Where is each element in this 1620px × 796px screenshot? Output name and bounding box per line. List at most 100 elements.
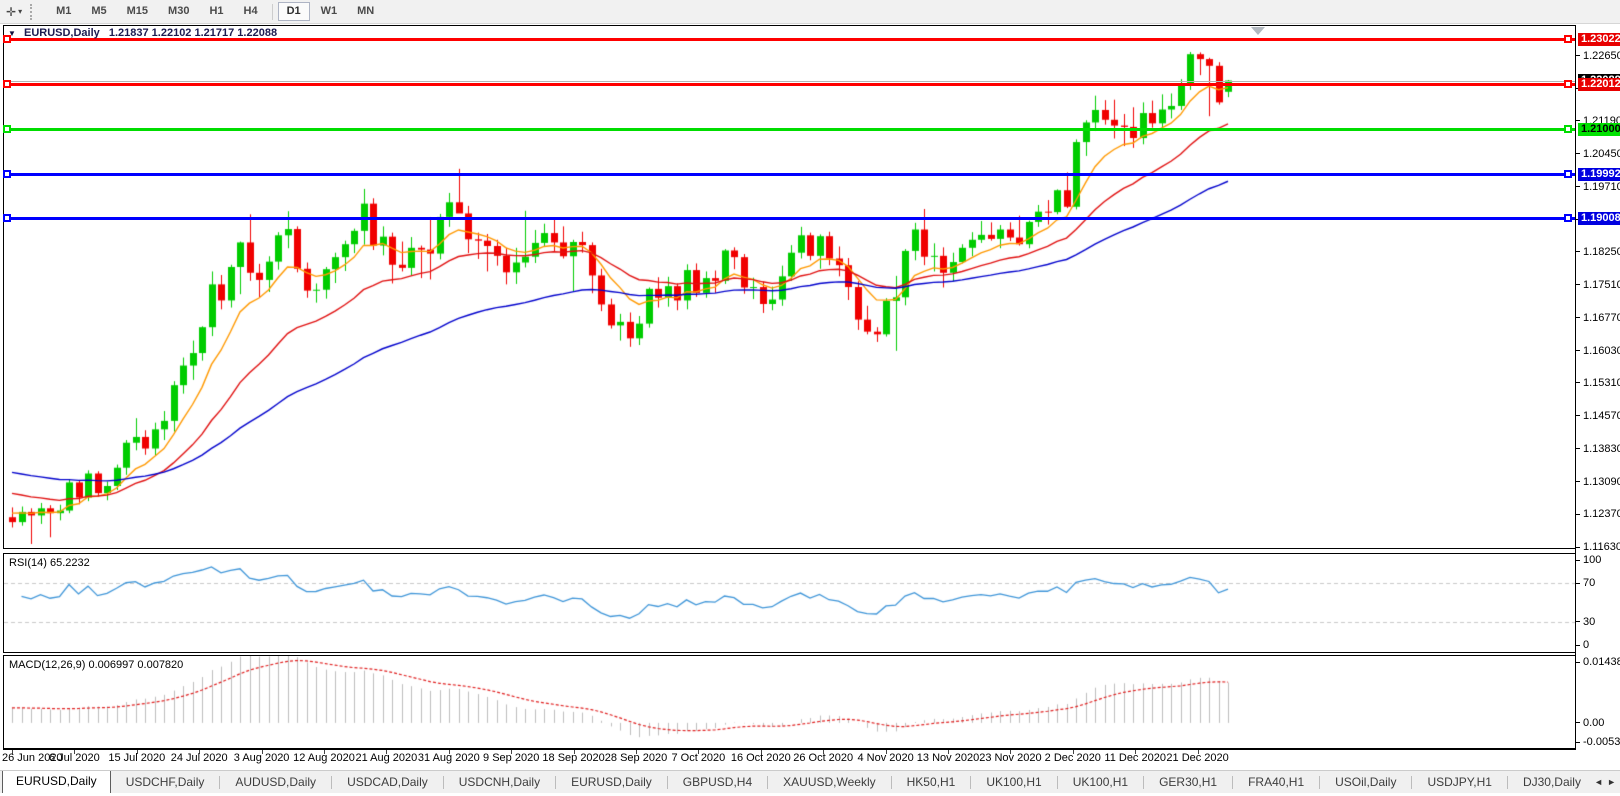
price-tick-mark <box>1576 547 1580 548</box>
line-handle-right[interactable] <box>1564 80 1572 88</box>
macd-tick-mark <box>1576 722 1580 723</box>
timeframe-toolbar: ✛ ▾ M1M5M15M30H1H4 D1W1MN <box>0 0 1620 24</box>
date-label: 9 Sep 2020 <box>483 752 539 764</box>
tab-usdcad-daily[interactable]: USDCAD,Daily <box>332 772 443 793</box>
price-tick-mark <box>1576 481 1580 482</box>
line-handle-left[interactable] <box>3 80 11 88</box>
date-label: 6 Jul 2020 <box>49 752 100 764</box>
price-tick-mark <box>1576 120 1580 121</box>
chart-tab-bar: EURUSD,DailyUSDCHF,DailyAUDUSD,DailyUSDC… <box>0 770 1620 793</box>
timeframe-button-W1[interactable]: W1 <box>312 2 347 21</box>
rsi-level-label: 0 <box>1583 639 1589 651</box>
tab-scroll-left-icon[interactable]: ◄ <box>1594 777 1603 787</box>
tab-usdjpy-h1[interactable]: USDJPY,H1 <box>1412 772 1506 793</box>
timeframe-button-M30[interactable]: M30 <box>159 2 198 21</box>
price-tick-label: 1.22650 <box>1583 50 1620 62</box>
timeframe-buttons: M1M5M15M30H1H4 D1W1MN <box>46 2 384 21</box>
tab-gbpusd-h4[interactable]: GBPUSD,H4 <box>668 772 767 793</box>
line-handle-left[interactable] <box>3 125 11 133</box>
chart-title: ▼ EURUSD,Daily 1.21837 1.22102 1.21717 1… <box>8 27 277 39</box>
timeframe-button-M1[interactable]: M1 <box>47 2 80 21</box>
tab-uk100-h1[interactable]: UK100,H1 <box>1058 772 1143 793</box>
tab-fra40-h1[interactable]: FRA40,H1 <box>1233 772 1319 793</box>
price-chart-canvas[interactable] <box>4 26 1575 548</box>
price-tick-mark <box>1576 186 1580 187</box>
price-tick-label: 1.18250 <box>1583 246 1620 258</box>
hline-1.19992[interactable] <box>4 173 1575 176</box>
macd-canvas[interactable] <box>4 656 1575 748</box>
timeframe-button-MN[interactable]: MN <box>348 2 383 21</box>
rsi-level-label: 100 <box>1583 554 1601 566</box>
price-tick-mark <box>1576 382 1580 383</box>
chart-symbol-label: EURUSD,Daily <box>24 27 100 39</box>
rsi-tick-mark <box>1576 645 1580 646</box>
price-tick-label: 1.15310 <box>1583 377 1620 389</box>
dropdown-caret-icon[interactable]: ▾ <box>18 7 22 16</box>
price-tick-label: 1.13830 <box>1583 443 1620 455</box>
chart-context-caret-icon[interactable]: ▼ <box>8 29 16 38</box>
price-tick-label: 1.17510 <box>1583 279 1620 291</box>
tab-xauusd-weekly[interactable]: XAUUSD,Weekly <box>768 772 890 793</box>
price-badge-1.19008: 1.19008 <box>1578 212 1620 225</box>
macd-tick-mark <box>1576 662 1580 663</box>
tab-eurusd-daily[interactable]: EURUSD,Daily <box>556 772 667 793</box>
line-handle-right[interactable] <box>1564 125 1572 133</box>
timeframe-button-H1[interactable]: H1 <box>200 2 232 21</box>
price-badge-1.22012: 1.22012 <box>1578 78 1620 91</box>
timeframe-button-D1[interactable]: D1 <box>278 2 310 21</box>
price-tick-mark <box>1576 251 1580 252</box>
tab-usoil-daily[interactable]: USOil,Daily <box>1320 772 1411 793</box>
date-label: 16 Oct 2020 <box>731 752 791 764</box>
timeframe-button-M15[interactable]: M15 <box>118 2 157 21</box>
price-tick-label: 1.20450 <box>1583 148 1620 160</box>
rsi-level-label: 70 <box>1583 577 1595 589</box>
date-label: 2 Dec 2020 <box>1045 752 1101 764</box>
trading-terminal-window: ✛ ▾ M1M5M15M30H1H4 D1W1MN ▼ EURUSD,Daily … <box>0 0 1620 796</box>
hline-1.21000[interactable] <box>4 128 1575 131</box>
price-tick-label: 1.11630 <box>1583 541 1620 553</box>
chart-ohlc-values: 1.21837 1.22102 1.21717 1.22088 <box>109 27 277 39</box>
price-tick-label: 1.14570 <box>1583 410 1620 422</box>
date-label: 24 Jul 2020 <box>171 752 228 764</box>
cursor-tool-icon[interactable]: ✛ <box>6 2 16 22</box>
hline-1.19008[interactable] <box>4 217 1575 220</box>
timeframe-button-M5[interactable]: M5 <box>82 2 115 21</box>
date-label: 3 Aug 2020 <box>234 752 290 764</box>
macd-axis-label: 0.014384 <box>1583 656 1620 668</box>
date-label: 4 Nov 2020 <box>857 752 913 764</box>
price-badge-1.23022: 1.23022 <box>1578 33 1620 46</box>
toolbar-grip[interactable] <box>30 4 36 20</box>
date-label: 23 Nov 2020 <box>979 752 1041 764</box>
tab-eurusd-daily[interactable]: EURUSD,Daily <box>2 770 111 793</box>
chart-shift-marker-icon[interactable] <box>1251 27 1265 35</box>
macd-label: MACD(12,26,9) 0.006997 0.007820 <box>9 659 183 671</box>
tab-scroll-buttons: ◄ ► <box>1590 771 1620 792</box>
tab-hk50-h1[interactable]: HK50,H1 <box>892 772 971 793</box>
line-handle-left[interactable] <box>3 170 11 178</box>
date-label: 26 Oct 2020 <box>793 752 853 764</box>
line-handle-right[interactable] <box>1564 214 1572 222</box>
rsi-tick-mark <box>1576 560 1580 561</box>
tab-uk100-h1[interactable]: UK100,H1 <box>971 772 1056 793</box>
rsi-canvas[interactable] <box>4 554 1575 651</box>
line-handle-right[interactable] <box>1564 170 1572 178</box>
price-tick-label: 1.19710 <box>1583 181 1620 193</box>
toolbar-separator <box>272 4 273 20</box>
line-handle-right[interactable] <box>1564 35 1572 43</box>
timeframe-button-H4[interactable]: H4 <box>235 2 267 21</box>
price-tick-mark <box>1576 153 1580 154</box>
macd-axis-label: -0.005398 <box>1583 736 1620 748</box>
tab-scroll-right-icon[interactable]: ► <box>1607 777 1616 787</box>
tab-dj30-daily[interactable]: DJ30,Daily <box>1508 772 1596 793</box>
tab-usdchf-daily[interactable]: USDCHF,Daily <box>111 772 220 793</box>
line-handle-left[interactable] <box>3 214 11 222</box>
macd-tick-mark <box>1576 742 1580 743</box>
tab-audusd-daily[interactable]: AUDUSD,Daily <box>220 772 331 793</box>
tab-usdcnh-daily[interactable]: USDCNH,Daily <box>444 772 555 793</box>
price-tick-mark <box>1576 514 1580 515</box>
date-label: 21 Aug 2020 <box>355 752 417 764</box>
tab-ger30-h1[interactable]: GER30,H1 <box>1144 772 1232 793</box>
price-tick-label: 1.12370 <box>1583 508 1620 520</box>
hline-1.22012[interactable] <box>4 83 1575 86</box>
date-label: 7 Oct 2020 <box>671 752 725 764</box>
